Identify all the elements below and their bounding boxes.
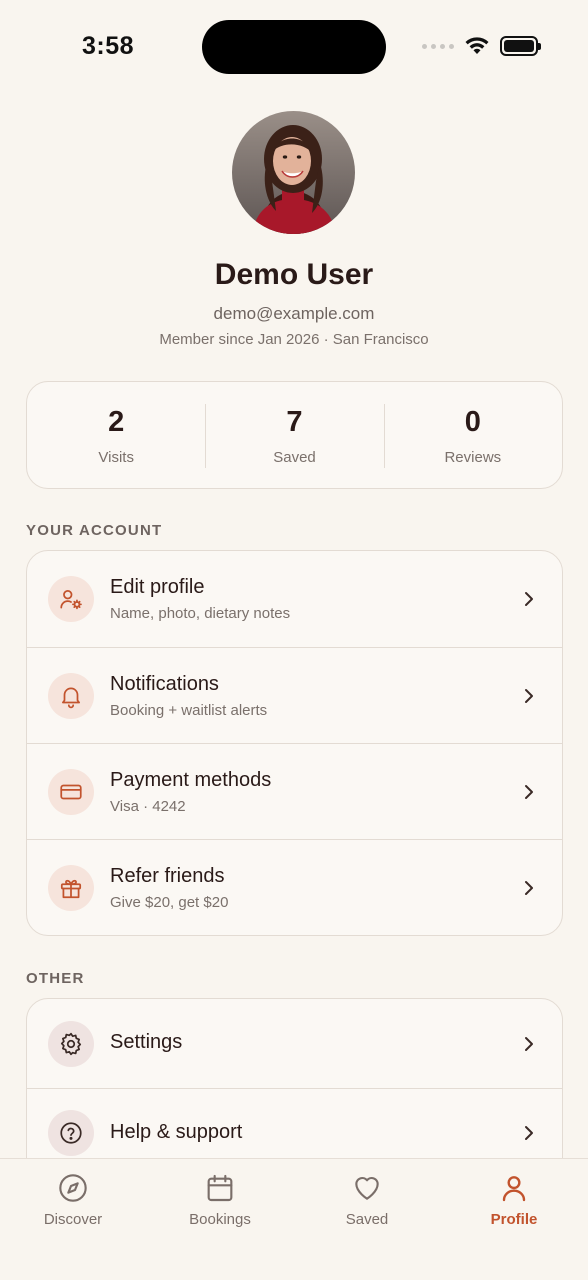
menu-item-settings[interactable]: Settings: [27, 999, 562, 1088]
account-menu: Edit profile Name, photo, dietary notes …: [26, 550, 563, 936]
stat-value: 0: [464, 406, 481, 438]
status-time: 3:58: [82, 32, 135, 60]
credit-card-icon: [48, 768, 94, 815]
section-title-other: OTHER: [26, 970, 85, 987]
menu-item-notifications[interactable]: Notifications Booking + waitlist alerts: [27, 647, 562, 743]
chevron-right-icon: [525, 688, 533, 703]
profile-email: demo@example.com: [213, 304, 375, 323]
tab-saved[interactable]: Saved: [307, 1171, 427, 1228]
stat-reviews[interactable]: 0 Reviews: [383, 382, 562, 488]
tab-discover[interactable]: Discover: [13, 1171, 133, 1228]
person-icon: [454, 1171, 574, 1205]
menu-item-refer-friends[interactable]: Refer friends Give $20, get $20: [27, 839, 562, 935]
menu-sublabel: Visa · 4242: [110, 798, 186, 815]
tab-bookings[interactable]: Bookings: [160, 1171, 280, 1228]
compass-icon: [13, 1171, 133, 1205]
stat-visits[interactable]: 2 Visits: [27, 382, 205, 488]
menu-label: Refer friends: [110, 865, 225, 887]
heart-icon: [307, 1171, 427, 1205]
chevron-right-icon: [525, 1126, 533, 1140]
wifi-icon: [465, 37, 489, 54]
menu-label: Settings: [110, 1031, 183, 1053]
profile-name: Demo User: [214, 258, 374, 291]
chevron-right-icon: [525, 880, 533, 895]
gift-icon: [48, 864, 94, 911]
stat-value: 7: [286, 406, 303, 438]
menu-label: Help & support: [110, 1121, 243, 1143]
chevron-right-icon: [525, 784, 533, 799]
tab-label: Bookings: [189, 1211, 251, 1228]
stat-saved[interactable]: 7 Saved: [205, 382, 383, 488]
tab-bar: Discover Bookings Saved Profile: [0, 1158, 588, 1280]
chevron-right-icon: [525, 592, 533, 606]
status-bar: 3:58: [0, 0, 588, 96]
profile-meta: Member since Jan 2026 · San Francisco: [159, 331, 429, 348]
stat-value: 2: [108, 406, 125, 438]
cellular-signal-icon: [422, 43, 454, 49]
section-title-account: YOUR ACCOUNT: [26, 522, 163, 539]
calendar-icon: [160, 1171, 280, 1205]
menu-sublabel: Booking + waitlist alerts: [110, 702, 268, 719]
user-gear-icon: [48, 576, 94, 622]
battery-icon: [500, 36, 541, 56]
menu-item-payment-methods[interactable]: Payment methods Visa · 4242: [27, 743, 562, 839]
menu-item-edit-profile[interactable]: Edit profile Name, photo, dietary notes: [27, 551, 562, 647]
tab-label: Saved: [345, 1211, 389, 1228]
avatar[interactable]: [232, 111, 355, 234]
menu-label: Payment methods: [110, 769, 272, 791]
menu-label: Notifications: [110, 673, 219, 695]
dynamic-island: [202, 20, 386, 74]
tab-profile[interactable]: Profile: [454, 1171, 574, 1228]
chevron-right-icon: [525, 1036, 533, 1051]
status-icons: [422, 36, 541, 56]
bell-icon: [48, 672, 94, 719]
stat-label: Saved: [273, 449, 316, 466]
tab-label: Profile: [490, 1211, 538, 1228]
tab-label: Discover: [43, 1211, 103, 1228]
menu-sublabel: Give $20, get $20: [110, 894, 229, 911]
stats-card: 2 Visits 7 Saved 0 Reviews: [26, 381, 563, 489]
gear-icon: [48, 1020, 94, 1067]
menu-label: Edit profile: [110, 576, 205, 598]
help-circle-icon: [48, 1110, 94, 1156]
menu-sublabel: Name, photo, dietary notes: [110, 605, 291, 622]
stat-label: Visits: [98, 449, 134, 466]
stat-label: Reviews: [444, 449, 502, 466]
